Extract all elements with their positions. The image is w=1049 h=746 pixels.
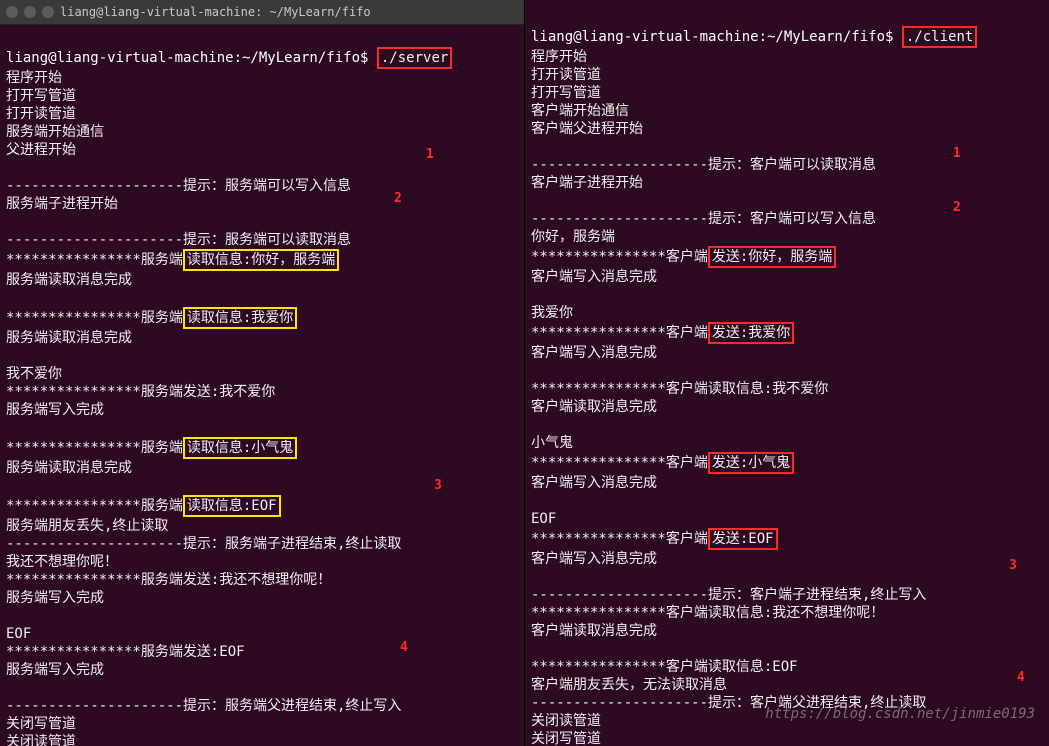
- window-title: liang@liang-virtual-machine: ~/MyLearn/f…: [60, 5, 371, 19]
- line: 打开写管道: [6, 88, 76, 104]
- client-terminal-output[interactable]: liang@liang-virtual-machine:~/MyLearn/fi…: [525, 0, 1049, 746]
- server-recv-msg: 读取信息:你好，服务端: [183, 249, 339, 271]
- client-command: ./client: [902, 26, 977, 48]
- server-terminal-output[interactable]: liang@liang-virtual-machine:~/MyLearn/fi…: [0, 25, 524, 746]
- send-prefix: ****************客户端: [531, 455, 708, 471]
- line: 服务端写入完成: [6, 662, 104, 678]
- maximize-icon[interactable]: [42, 6, 54, 18]
- annotation-1: 1: [426, 147, 434, 162]
- line: 服务端读取消息完成: [6, 272, 132, 288]
- server-recv-msg: 读取信息:我爱你: [183, 307, 297, 329]
- minimize-icon[interactable]: [24, 6, 36, 18]
- line: 客户端子进程开始: [531, 175, 643, 191]
- line: 客户端写入消息完成: [531, 475, 657, 491]
- line: 客户端朋友丢失，无法读取消息: [531, 677, 727, 693]
- line: 服务端朋友丢失,终止读取: [6, 518, 168, 534]
- server-command: ./server: [377, 47, 452, 69]
- hint-line: ---------------------提示：客户端父进程结束,终止读取: [531, 695, 926, 711]
- server-terminal-pane: liang@liang-virtual-machine: ~/MyLearn/f…: [0, 0, 524, 746]
- server-recv-msg: 读取信息:小气鬼: [183, 437, 297, 459]
- line: ****************客户端读取信息:我不爱你: [531, 381, 828, 397]
- line: 打开读管道: [6, 106, 76, 122]
- hint-line: ---------------------提示：服务端子进程结束,终止读取: [6, 536, 401, 552]
- client-send-msg: 发送:小气鬼: [708, 452, 794, 474]
- line: 关闭写管道: [6, 716, 76, 732]
- line: 我爱你: [531, 305, 573, 321]
- line: 打开写管道: [531, 85, 601, 101]
- line: 客户端父进程开始: [531, 121, 643, 137]
- line: 我不爱你: [6, 366, 62, 382]
- shell-prompt: liang@liang-virtual-machine:~/MyLearn/fi…: [6, 50, 377, 66]
- line: 服务端读取消息完成: [6, 460, 132, 476]
- hint-line: ---------------------提示：客户端子进程结束,终止写入: [531, 587, 926, 603]
- recv-prefix: ****************服务端: [6, 498, 183, 514]
- annotation-1: 1: [953, 146, 961, 161]
- line: ****************客户端读取信息:EOF: [531, 659, 798, 675]
- line: 客户端读取消息完成: [531, 399, 657, 415]
- recv-prefix: ****************服务端: [6, 310, 183, 326]
- annotation-4: 4: [1017, 670, 1025, 685]
- shell-prompt: liang@liang-virtual-machine:~/MyLearn/fi…: [531, 29, 902, 45]
- line: 关闭写管道: [531, 731, 601, 746]
- hint-line: ---------------------提示：客户端可以读取消息: [531, 157, 876, 173]
- line: 我还不想理你呢！: [6, 554, 118, 570]
- line: EOF: [531, 511, 556, 527]
- line: 客户端写入消息完成: [531, 345, 657, 361]
- line: 服务端子进程开始: [6, 196, 118, 212]
- hint-line: ---------------------提示：服务端可以写入信息: [6, 178, 351, 194]
- line: ****************服务端发送:我还不想理你呢！: [6, 572, 331, 588]
- annotation-3: 3: [434, 478, 442, 493]
- line: 关闭读管道: [531, 713, 601, 729]
- line: 小气鬼: [531, 435, 573, 451]
- send-prefix: ****************客户端: [531, 531, 708, 547]
- recv-prefix: ****************服务端: [6, 252, 183, 268]
- line: 你好，服务端: [531, 229, 615, 245]
- client-terminal-pane: liang@liang-virtual-machine:~/MyLearn/fi…: [524, 0, 1049, 746]
- line: 程序开始: [531, 49, 587, 65]
- server-recv-eof: 读取信息:EOF: [183, 495, 281, 517]
- hint-line: ---------------------提示：服务端可以读取消息: [6, 232, 351, 248]
- line: ****************客户端读取信息:我还不想理你呢！: [531, 605, 884, 621]
- client-send-msg: 发送:我爱你: [708, 322, 794, 344]
- line: 服务端写入完成: [6, 402, 104, 418]
- annotation-4: 4: [400, 640, 408, 655]
- line: 程序开始: [6, 70, 62, 86]
- line: ****************服务端发送:EOF: [6, 644, 245, 660]
- line: 服务端写入完成: [6, 590, 104, 606]
- send-prefix: ****************客户端: [531, 325, 708, 341]
- line: 客户端写入消息完成: [531, 269, 657, 285]
- line: 打开读管道: [531, 67, 601, 83]
- window-titlebar: liang@liang-virtual-machine: ~/MyLearn/f…: [0, 0, 524, 25]
- hint-line: ---------------------提示：客户端可以写入信息: [531, 211, 876, 227]
- annotation-2: 2: [953, 200, 961, 215]
- annotation-2: 2: [394, 191, 402, 206]
- send-prefix: ****************客户端: [531, 249, 708, 265]
- line: 客户端开始通信: [531, 103, 629, 119]
- line: 服务端开始通信: [6, 124, 104, 140]
- client-send-eof: 发送:EOF: [708, 528, 778, 550]
- line: 父进程开始: [6, 142, 76, 158]
- close-icon[interactable]: [6, 6, 18, 18]
- terminal-screenshot: liang@liang-virtual-machine: ~/MyLearn/f…: [0, 0, 1049, 746]
- line: ****************服务端发送:我不爱你: [6, 384, 275, 400]
- recv-prefix: ****************服务端: [6, 440, 183, 456]
- line: 关闭读管道: [6, 734, 76, 746]
- line: EOF: [6, 626, 31, 642]
- line: 客户端读取消息完成: [531, 623, 657, 639]
- line: 服务端读取消息完成: [6, 330, 132, 346]
- client-send-msg: 发送:你好，服务端: [708, 246, 836, 268]
- hint-line: ---------------------提示：服务端父进程结束,终止写入: [6, 698, 401, 714]
- annotation-3: 3: [1009, 558, 1017, 573]
- line: 客户端写入消息完成: [531, 551, 657, 567]
